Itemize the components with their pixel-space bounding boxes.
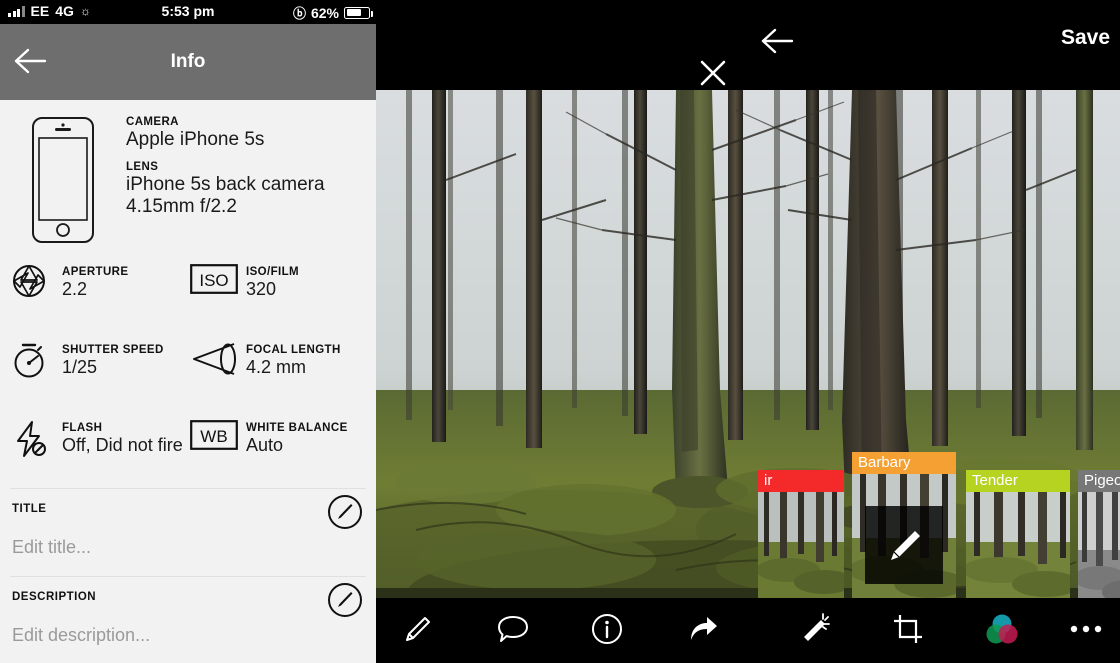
camera-text: CAMERA Apple iPhone 5s LENS iPhone 5s ba… [126, 110, 376, 244]
filter-thumb-barbary[interactable]: Barbary [852, 452, 956, 608]
description-field[interactable]: DESCRIPTION Edit description... [0, 577, 376, 663]
filter-thumb-ir[interactable]: ir [758, 470, 844, 602]
filter-strip[interactable]: ir Barbary Tender Pigeo [740, 90, 1120, 612]
app-root: EE 4G ☼ 5:53 pm ⓑ 62% Info CAMERA Apple … [0, 0, 1120, 663]
crop-tool-button[interactable] [888, 612, 928, 650]
speech-bubble-icon [497, 614, 529, 649]
more-dots-icon [1069, 622, 1103, 640]
title-input[interactable]: Edit title... [12, 515, 362, 576]
spec-value: 4.2 mm [246, 357, 307, 377]
aperture-icon [12, 262, 62, 298]
filter-label: Barbary [852, 452, 956, 474]
title-field-label: TITLE [12, 503, 47, 515]
editor-back-arrow-icon[interactable] [761, 26, 795, 56]
lens-label: LENS [126, 161, 159, 174]
info-panel: Info CAMERA Apple iPhone 5s LENS iPhone … [0, 24, 376, 663]
spec-value: 2.2 [62, 279, 88, 299]
info-tool-button[interactable] [587, 612, 627, 650]
comment-tool-button[interactable] [493, 612, 533, 650]
spec-value: Off, Did not fire [62, 435, 183, 455]
focal-length-icon [190, 340, 240, 376]
save-button[interactable]: Save [1061, 26, 1110, 50]
spec-white-balance: WB WHITE BALANCE Auto [190, 418, 376, 488]
photo-editor: Save ir Barbary Tender Pigeo [376, 0, 1120, 663]
filter-label: ir [758, 470, 844, 492]
editor-top-bar: Save [376, 0, 1120, 90]
filter-thumb-tender[interactable]: Tender [966, 470, 1070, 602]
spec-shutter-speed: SHUTTER SPEED 1/25 [0, 340, 190, 418]
spec-label: WHITE BALANCE [246, 422, 348, 434]
spec-row: SHUTTER SPEED 1/25 FOCAL LENGTH 4.2 mm [0, 340, 376, 418]
share-arrow-icon [687, 614, 719, 649]
info-panel-header: Info [0, 24, 376, 100]
info-circle-icon [591, 613, 623, 650]
draw-tool-button[interactable] [398, 612, 438, 650]
iso-icon: ISO [190, 262, 240, 294]
spec-label: FOCAL LENGTH [246, 344, 341, 356]
crop-icon [892, 613, 924, 650]
spec-label: ISO/FILM [246, 266, 300, 278]
spec-grid: APERTURE 2.2 ISO ISO/FILM 320 SHUTTER SP… [0, 262, 376, 488]
camera-value: Apple iPhone 5s [126, 129, 265, 150]
title-edit-pencil-circle-icon[interactable] [328, 495, 362, 529]
lens-value: iPhone 5s back camera 4.15mm f/2.2 [126, 174, 325, 218]
stopwatch-icon [12, 340, 62, 378]
svg-text:WB: WB [200, 427, 227, 446]
status-bar: EE 4G ☼ 5:53 pm ⓑ 62% [0, 0, 376, 24]
info-panel-title: Info [170, 51, 206, 72]
spec-label: FLASH [62, 422, 103, 434]
filters-tool-button[interactable] [982, 612, 1022, 650]
filter-thumb-pigeon[interactable]: Pigeon [1078, 470, 1120, 612]
color-circles-icon [985, 612, 1019, 651]
magic-wand-icon [799, 612, 833, 651]
spec-label: APERTURE [62, 266, 129, 278]
spec-flash: FLASH Off, Did not fire [0, 418, 190, 488]
lens-block: LENS iPhone 5s back camera 4.15mm f/2.2 [126, 161, 376, 218]
spec-iso: ISO ISO/FILM 320 [190, 262, 376, 340]
more-tool-button[interactable] [1066, 612, 1106, 650]
battery-icon [344, 6, 373, 19]
phone-icon [0, 110, 126, 244]
spec-row: FLASH Off, Did not fire WB WHITE BALANCE… [0, 418, 376, 488]
share-tool-button[interactable] [683, 612, 723, 650]
spec-aperture: APERTURE 2.2 [0, 262, 190, 340]
spec-row: APERTURE 2.2 ISO ISO/FILM 320 [0, 262, 376, 340]
editor-toolbar [376, 598, 1120, 663]
description-edit-pencil-circle-icon[interactable] [328, 583, 362, 617]
bluetooth-icon: ⓑ [292, 6, 306, 21]
svg-text:ISO: ISO [199, 271, 228, 290]
camera-label: CAMERA [126, 116, 179, 128]
flash-off-icon [12, 418, 62, 458]
filter-label: Tender [966, 470, 1070, 492]
spec-value: 1/25 [62, 357, 98, 377]
spec-value: Auto [246, 435, 284, 455]
description-input[interactable]: Edit description... [12, 603, 362, 663]
description-field-label: DESCRIPTION [12, 591, 97, 603]
filter-label: Pigeon [1078, 470, 1120, 492]
title-field[interactable]: TITLE Edit title... [0, 489, 376, 576]
pencil-icon [403, 614, 433, 649]
camera-block: CAMERA Apple iPhone 5s LENS iPhone 5s ba… [0, 100, 376, 244]
spec-focal-length: FOCAL LENGTH 4.2 mm [190, 340, 376, 418]
spec-value: 320 [246, 279, 277, 299]
editor-close-x-icon[interactable] [698, 58, 728, 88]
status-bar-right: ⓑ 62% [292, 3, 373, 22]
white-balance-icon: WB [190, 418, 240, 450]
spec-label: SHUTTER SPEED [62, 344, 164, 356]
battery-percent-label: 62% [310, 4, 339, 21]
filter-edit-pencil-icon[interactable] [865, 506, 943, 584]
enhance-tool-button[interactable] [796, 612, 836, 650]
info-panel-body: CAMERA Apple iPhone 5s LENS iPhone 5s ba… [0, 100, 376, 663]
